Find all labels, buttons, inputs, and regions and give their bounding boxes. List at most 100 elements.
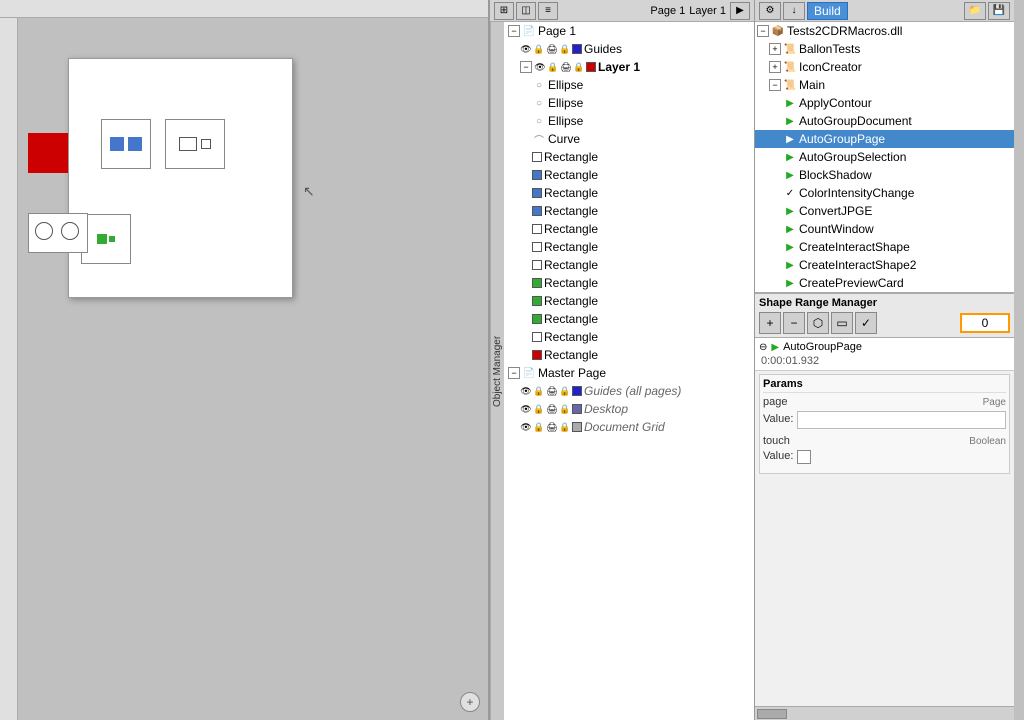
script-create-preview[interactable]: ▶ CreatePreviewCard [755,274,1014,292]
script-dll[interactable]: − 📦 Tests2CDRMacros.dll [755,22,1014,40]
right-tool-down[interactable]: ↓ [783,2,805,20]
tree-doc-grid[interactable]: 👁 🔒 🖨 🔒 Document Grid [504,418,754,436]
result-expand-btn[interactable]: ⊖ [759,342,767,353]
toolbar-btn-1[interactable]: ⊞ [494,2,514,20]
ellipse1-label: Ellipse [548,78,583,92]
srm-add-btn[interactable]: + [759,312,781,334]
tree-rect11[interactable]: Rectangle [504,328,754,346]
ruler-left [0,18,18,720]
param-page: page Page Value: [763,396,1006,429]
page-value-label: Value: [763,413,793,425]
tree-rect6[interactable]: Rectangle [504,238,754,256]
right-icon-folder[interactable]: 📁 [964,2,986,20]
tree-ellipse1[interactable]: ○ Ellipse [504,76,754,94]
desktop-swatch [572,404,582,414]
layer1-expand[interactable]: − [520,61,532,73]
script-color-intensity[interactable]: ✓ ColorIntensityChange [755,184,1014,202]
srm-check-btn[interactable]: ✓ [855,312,877,334]
main-expand[interactable]: − [769,79,781,91]
touch-value-label: Value: [763,450,793,462]
main-label: Main [799,78,825,92]
script-create-interact2[interactable]: ▶ CreateInteractShape2 [755,256,1014,274]
auto-group-doc-play: ▶ [783,114,797,128]
script-auto-group-doc[interactable]: ▶ AutoGroupDocument [755,112,1014,130]
script-apply-contour[interactable]: ▶ ApplyContour [755,94,1014,112]
tree-desktop[interactable]: 👁 🔒 🖨 🔒 Desktop [504,400,754,418]
icon-creator-expand[interactable]: + [769,61,781,73]
srm-remove-btn[interactable]: − [783,312,805,334]
touch-param-label: touch [763,435,790,447]
right-icon-save[interactable]: 💾 [988,2,1010,20]
create-interact2-play: ▶ [783,258,797,272]
add-button[interactable]: + [460,692,480,712]
script-ballon[interactable]: + 📜 BallonTests [755,40,1014,58]
srm-value-input[interactable] [960,313,1010,333]
params-title: Params [763,378,1006,393]
guides-all-eye: 👁 [520,385,532,397]
page-value-input[interactable] [797,411,1006,429]
build-label: Build [814,4,841,18]
tree-guides-all[interactable]: 👁 🔒 🖨 🔒 Guides (all pages) [504,382,754,400]
scrollbar-thumb[interactable] [757,709,787,719]
right-panel: ⚙ ↓ Build 📁 💾 − 📦 Tests2CDRMacros.dll + … [755,0,1014,720]
tree-page1[interactable]: − 📄 Page 1 [504,22,754,40]
tree-ellipse3[interactable]: ○ Ellipse [504,112,754,130]
middle-toolbar: ⊞ ◫ ≡ Page 1 Layer 1 ▶ [490,0,754,22]
auto-group-sel-label: AutoGroupSelection [799,150,906,164]
tree-rect3[interactable]: Rectangle [504,184,754,202]
tree-ellipse2[interactable]: ○ Ellipse [504,94,754,112]
ballon-expand[interactable]: + [769,43,781,55]
script-auto-group-page[interactable]: ▶ AutoGroupPage [755,130,1014,148]
srm-lasso-btn[interactable]: ⬡ [807,312,829,334]
script-tree: − 📦 Tests2CDRMacros.dll + 📜 BallonTests … [755,22,1014,293]
script-convert-jpge[interactable]: ▶ ConvertJPGE [755,202,1014,220]
tree-rect4[interactable]: Rectangle [504,202,754,220]
tree-rect2[interactable]: Rectangle [504,166,754,184]
script-block-shadow[interactable]: ▶ BlockShadow [755,166,1014,184]
script-create-interact[interactable]: ▶ CreateInteractShape [755,238,1014,256]
guides-lock3: 🔒 [559,43,571,55]
script-icon-creator[interactable]: + 📜 IconCreator [755,58,1014,76]
tree-rect10[interactable]: Rectangle [504,310,754,328]
tree-rect5[interactable]: Rectangle [504,220,754,238]
doc-grid-lock2: 🖨 [546,421,558,433]
right-tool-gear[interactable]: ⚙ [759,2,781,20]
auto-group-doc-label: AutoGroupDocument [799,114,912,128]
script-count-window[interactable]: ▶ CountWindow [755,220,1014,238]
rect4-label: Rectangle [544,204,598,218]
tree-rect8[interactable]: Rectangle [504,274,754,292]
tree-master-page[interactable]: − 📄 Master Page [504,364,754,382]
tree-layer1[interactable]: − 👁 🔒 🖨 🔒 Layer 1 [504,58,754,76]
srm-rect-btn[interactable]: ▭ [831,312,853,334]
dll-expand[interactable]: − [757,25,769,37]
shape-range-title: Shape Range Manager [759,297,1010,309]
tree-rect7[interactable]: Rectangle [504,256,754,274]
script-auto-group-sel[interactable]: ▶ AutoGroupSelection [755,148,1014,166]
tree-rect1[interactable]: Rectangle [504,148,754,166]
touch-param-type: Boolean [969,436,1006,447]
rect3-swatch [532,188,542,198]
touch-value-checkbox[interactable] [797,450,811,464]
right-scrollbar[interactable] [755,706,1014,720]
tree-rect9[interactable]: Rectangle [504,292,754,310]
create-preview-label: CreatePreviewCard [799,276,904,290]
toolbar-arrow-btn[interactable]: ▶ [730,2,750,20]
toolbar-btn-3[interactable]: ≡ [538,2,558,20]
ballon-icon: 📜 [783,42,797,56]
tree-rect12[interactable]: Rectangle [504,346,754,364]
master-page-label: Master Page [538,366,606,380]
script-main[interactable]: − 📜 Main [755,76,1014,94]
create-interact-label: CreateInteractShape [799,240,910,254]
build-button[interactable]: Build [807,2,848,20]
page1-expand[interactable]: − [508,25,520,37]
middle-panel: ⊞ ◫ ≡ Page 1 Layer 1 ▶ Object Manager − … [490,0,755,720]
doc-grid-eye: 👁 [520,421,532,433]
guides-all-lock1: 🔒 [533,385,545,397]
toolbar-btn-2[interactable]: ◫ [516,2,536,20]
tree-curve[interactable]: ⌒ Curve [504,130,754,148]
count-window-play: ▶ [783,222,797,236]
ballon-label: BallonTests [799,42,860,56]
tree-guides[interactable]: 👁 🔒 🖨 🔒 Guides [504,40,754,58]
master-page-expand[interactable]: − [508,367,520,379]
result-time: 0:00:01.932 [761,355,1010,367]
